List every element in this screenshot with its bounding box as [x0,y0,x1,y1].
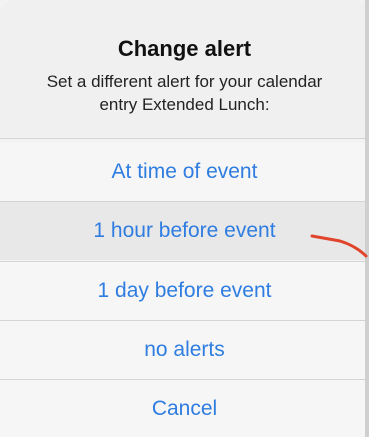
annotation-arrow-overlay [310,234,368,258]
alert-sheet: Change alert Set a different alert for y… [0,0,369,437]
annotation-arrow-icon [310,234,368,258]
